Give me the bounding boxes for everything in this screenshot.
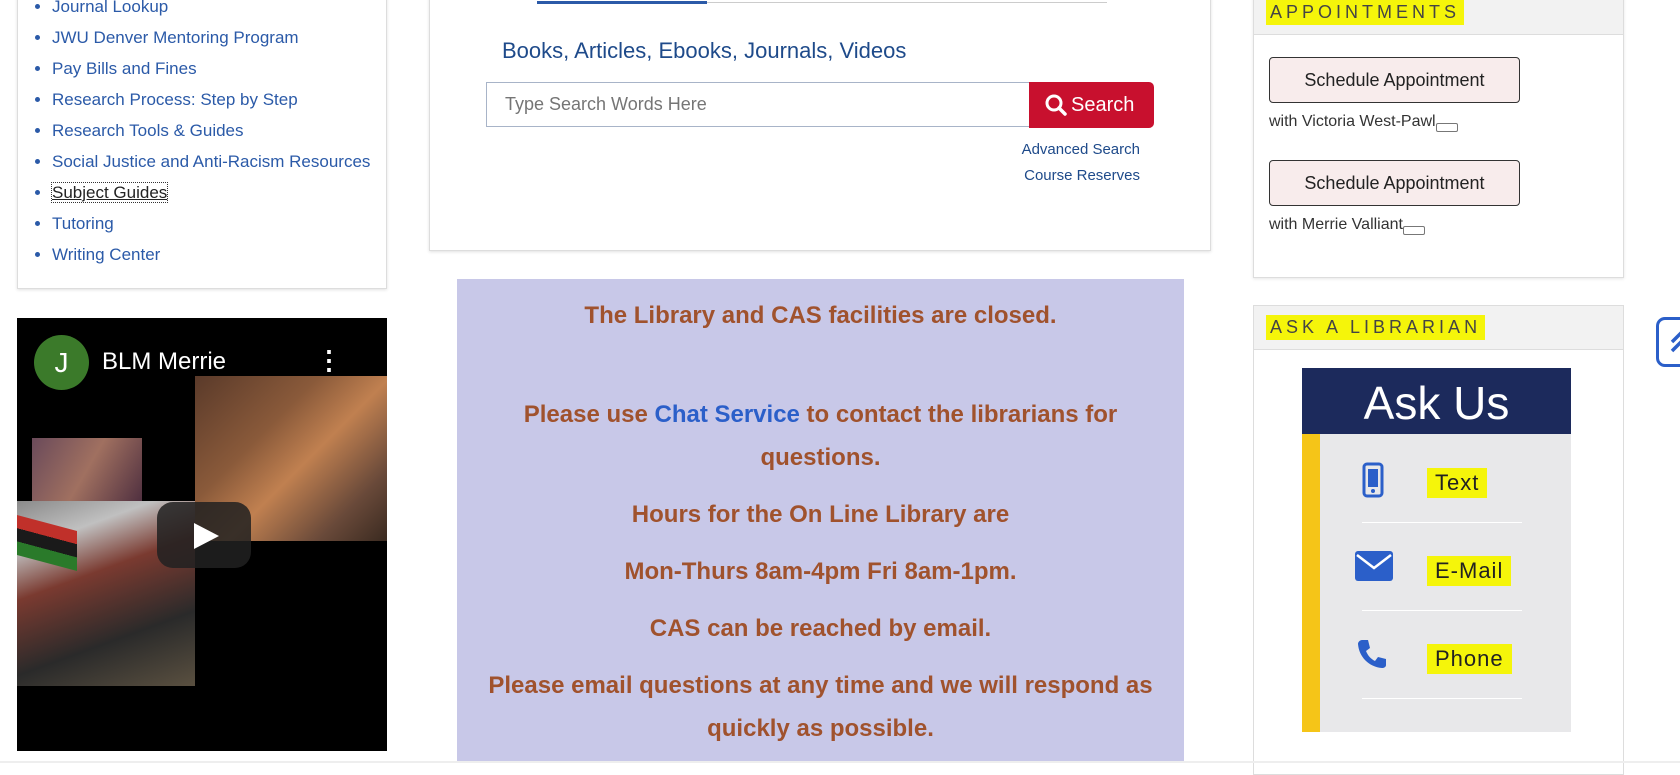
appointments-panel: APPOINTMENTS Schedule Appointment with V… (1253, 0, 1624, 278)
list-item: Research Tools & Guides (52, 115, 370, 146)
ask-us-phone-option[interactable]: Phone (1358, 610, 1522, 699)
advanced-search-link[interactable]: Advanced Search (1022, 137, 1140, 163)
schedule-appointment-button[interactable]: Schedule Appointment (1269, 57, 1520, 103)
appointment-with-text: with Victoria West-Pawl (1269, 113, 1436, 130)
search-button-label: Search (1071, 94, 1135, 116)
ask-librarian-heading: ASK A LIBRARIAN (1266, 315, 1486, 340)
small-widget-icon[interactable] (1435, 123, 1458, 132)
list-item: Tutoring (52, 208, 370, 239)
nav-link-subject-guides[interactable]: Subject Guides (50, 182, 169, 203)
appointment-librarian: with Victoria West-Pawl (1269, 113, 1458, 132)
nav-link-social-justice[interactable]: Social Justice and Anti-Racism Resources (52, 152, 370, 171)
nav-link-pay-bills[interactable]: Pay Bills and Fines (52, 59, 197, 78)
resource-links-panel: Journal Lookup JWU Denver Mentoring Prog… (17, 0, 387, 289)
nav-link-research-process[interactable]: Research Process: Step by Step (52, 90, 298, 109)
notice-line: questions. (760, 444, 881, 471)
active-tab-indicator (537, 1, 707, 4)
search-icon (1045, 94, 1067, 116)
search-panel: Books, Articles, Ebooks, Journals, Video… (429, 0, 1211, 251)
nav-link-journal-lookup[interactable]: Journal Lookup (52, 0, 168, 16)
schedule-appointment-button[interactable]: Schedule Appointment (1269, 160, 1520, 206)
list-item: Writing Center (52, 239, 370, 270)
ask-us-widget: Ask Us Text E-Mail Phone (1302, 368, 1571, 732)
ask-us-option-label: E-Mail (1427, 556, 1512, 586)
list-item: JWU Denver Mentoring Program (52, 22, 370, 53)
back-to-top-button[interactable] (1656, 317, 1680, 367)
list-item: Social Justice and Anti-Racism Resources (52, 146, 370, 177)
notice-line: quickly as possible. (707, 715, 934, 742)
ask-us-title: Ask Us (1302, 368, 1571, 434)
small-widget-icon[interactable] (1402, 226, 1425, 235)
nav-link-tutoring[interactable]: Tutoring (52, 214, 114, 233)
channel-avatar[interactable]: J (34, 335, 89, 390)
panel-header: ASK A LIBRARIAN (1254, 306, 1623, 350)
notice-line-text: Please use (523, 401, 655, 428)
notice-line: Mon-Thurs 8am-4pm Fri 8am-1pm. (624, 558, 1017, 585)
envelope-icon (1355, 551, 1393, 581)
list-item: Research Process: Step by Step (52, 84, 370, 115)
search-heading: Books, Articles, Ebooks, Journals, Video… (502, 38, 907, 63)
more-vert-icon[interactable]: ⋮ (316, 347, 342, 373)
list-item: Journal Lookup (52, 0, 370, 22)
nav-link-writing-center[interactable]: Writing Center (52, 245, 160, 264)
course-reserves-link[interactable]: Course Reserves (1022, 163, 1140, 189)
closure-notice: The Library and CAS facilities are close… (457, 279, 1184, 763)
play-icon[interactable] (157, 502, 251, 568)
search-button[interactable]: Search (1029, 82, 1154, 128)
resource-links-list: Journal Lookup JWU Denver Mentoring Prog… (18, 0, 370, 270)
thumbnail-photo-small (32, 438, 142, 501)
search-secondary-links: Advanced Search Course Reserves (1022, 137, 1140, 189)
appointment-with-text: with Merrie Valliant (1269, 216, 1403, 233)
video-player[interactable]: J BLM Merrie ⋮ (17, 318, 387, 751)
video-title[interactable]: BLM Merrie (102, 348, 226, 376)
ask-us-option-label: Phone (1427, 644, 1512, 674)
ask-librarian-panel: ASK A LIBRARIAN Ask Us Text E-Mail Phone (1253, 305, 1624, 775)
notice-line: The Library and CAS facilities are close… (584, 302, 1057, 329)
list-item: Subject Guides (50, 177, 370, 208)
appointment-librarian: with Merrie Valliant (1269, 216, 1425, 235)
appointments-heading: APPOINTMENTS (1266, 0, 1465, 25)
notice-line: Hours for the On Line Library are (631, 501, 1010, 528)
double-chevron-up-icon (1670, 331, 1680, 353)
ask-us-text-option[interactable]: Text (1362, 434, 1522, 523)
notice-line: Please use Chat Service to contact the l… (457, 393, 1184, 436)
mobile-phone-icon (1362, 462, 1384, 498)
panel-header: APPOINTMENTS (1254, 0, 1623, 35)
ask-us-option-label: Text (1427, 468, 1488, 498)
chat-service-link[interactable]: Chat Service (654, 401, 799, 428)
notice-line: Please email questions at any time and w… (488, 672, 1153, 699)
notice-line: CAS can be reached by email. (649, 615, 992, 642)
search-input[interactable] (486, 82, 1030, 127)
ask-us-email-option[interactable]: E-Mail (1355, 522, 1522, 611)
list-item: Pay Bills and Fines (52, 53, 370, 84)
notice-line-text: to contact the librarians for (799, 401, 1118, 428)
nav-link-research-tools[interactable]: Research Tools & Guides (52, 121, 244, 140)
nav-link-mentoring-program[interactable]: JWU Denver Mentoring Program (52, 28, 299, 47)
accent-bar (1302, 434, 1320, 732)
phone-icon (1358, 640, 1386, 668)
